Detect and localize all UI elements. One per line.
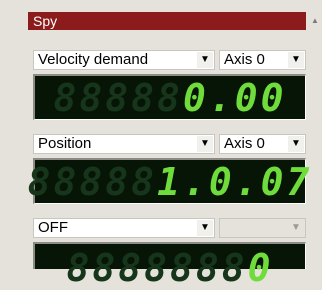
axis-select-1-value: Axis 0	[224, 51, 265, 68]
dropdown-arrow-icon[interactable]: ▼	[197, 136, 213, 152]
axis-select-2[interactable]: Axis 0 ▼	[219, 134, 306, 154]
signal-select-1-value: Velocity demand	[38, 51, 149, 68]
display-3-digits: 8888888 0	[35, 244, 305, 290]
display-3-value: 0	[247, 246, 274, 290]
scroll-up-arrow-icon[interactable]: ▲	[310, 14, 320, 28]
signal-select-3[interactable]: OFF ▼	[33, 218, 215, 238]
dropdown-arrow-icon[interactable]: ▼	[288, 52, 304, 68]
display-2-digits: 88888 1.0.07	[28, 160, 310, 204]
dropdown-arrow-icon[interactable]: ▼	[197, 220, 213, 236]
display-2-unlit-digits: 88888	[27, 159, 158, 204]
display-1-unlit-digits: 88888	[53, 75, 183, 120]
display-1-digits: 88888 0.00	[35, 75, 305, 120]
display-1-value: 0.00	[182, 75, 287, 120]
axis-select-3: ▼	[219, 218, 306, 238]
seven-segment-display-2: 88888 1.0.07	[28, 158, 310, 204]
display-3-unlit-digits: 8888888	[66, 246, 248, 290]
signal-select-2-value: Position	[38, 135, 92, 152]
panel-title: Spy	[33, 13, 58, 29]
dropdown-arrow-icon[interactable]: ▼	[197, 52, 213, 68]
signal-select-1[interactable]: Velocity demand ▼	[33, 50, 215, 70]
axis-select-2-value: Axis 0	[224, 135, 265, 152]
panel-title-bar: Spy	[28, 12, 306, 30]
spy-panel: Spy ▲ Velocity demand ▼ Axis 0 ▼ 88888 0.…	[0, 0, 322, 290]
seven-segment-display-1: 88888 0.00	[33, 74, 306, 120]
dropdown-arrow-icon: ▼	[288, 220, 304, 236]
seven-segment-display-3: 8888888 0	[33, 242, 306, 290]
signal-select-2[interactable]: Position ▼	[33, 134, 215, 154]
dropdown-arrow-icon[interactable]: ▼	[288, 136, 304, 152]
axis-select-1[interactable]: Axis 0 ▼	[219, 50, 306, 70]
display-2-value: 1.0.07	[157, 159, 313, 204]
signal-select-3-value: OFF	[38, 219, 68, 236]
